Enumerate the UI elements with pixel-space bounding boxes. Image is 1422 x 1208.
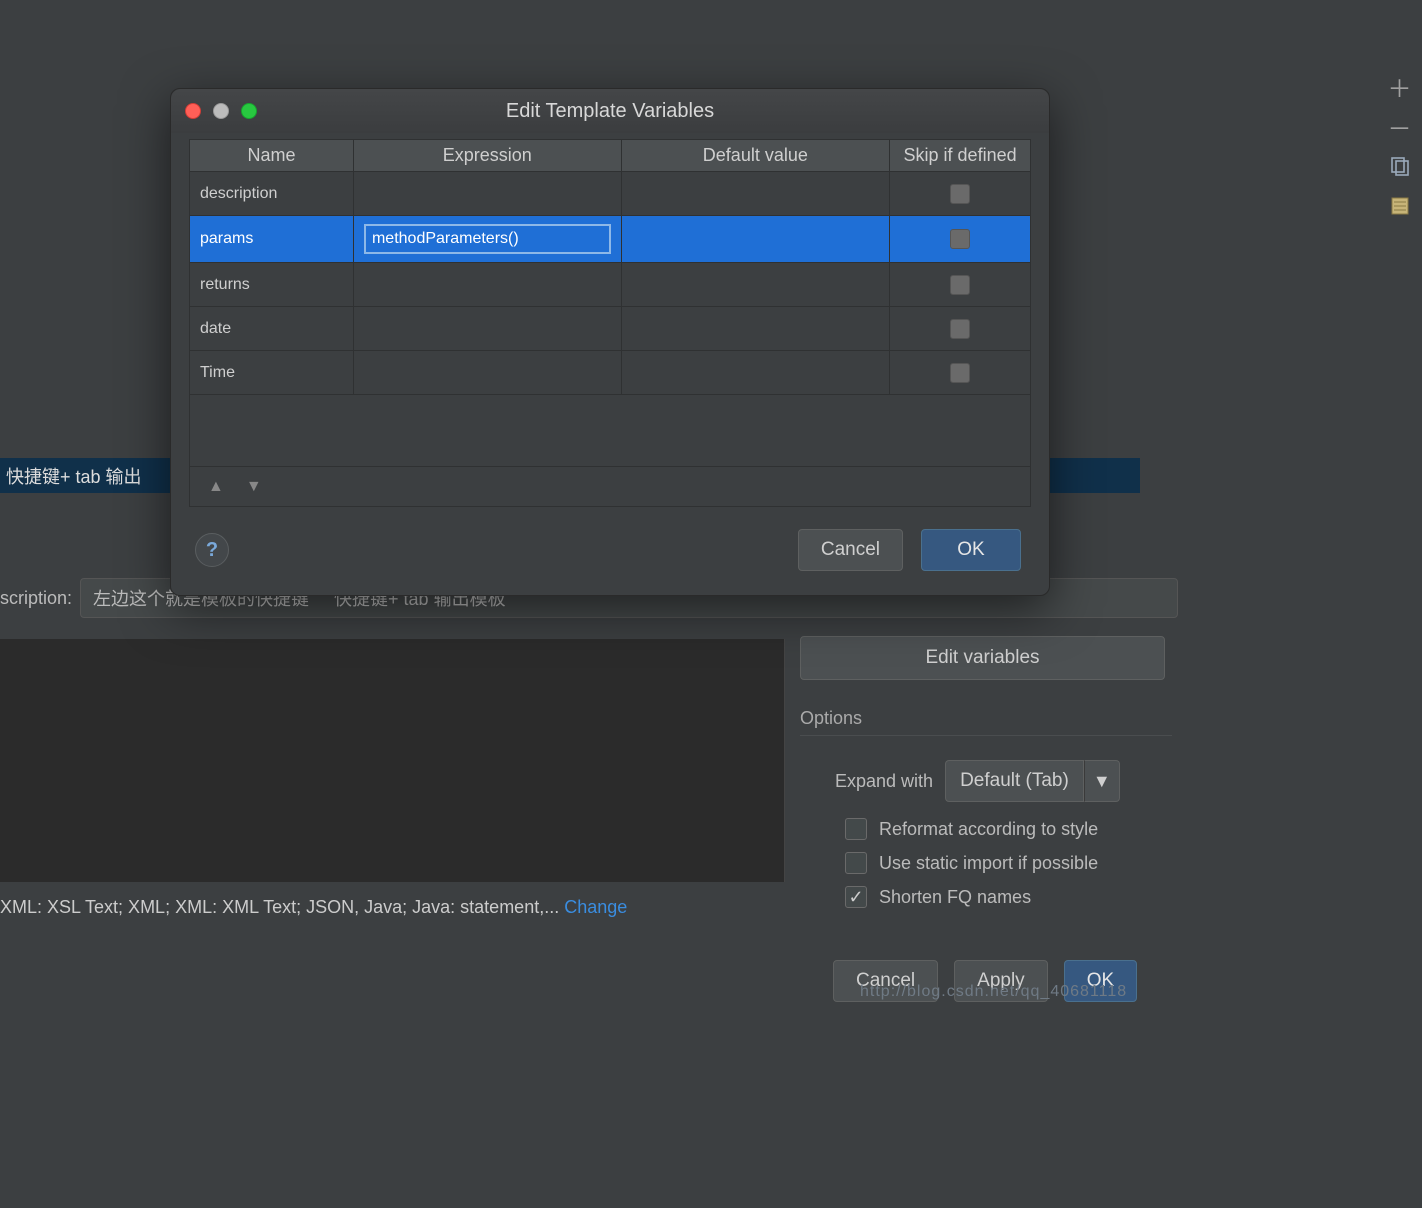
- col-name[interactable]: Name: [190, 140, 354, 172]
- ok-button[interactable]: OK: [921, 529, 1021, 571]
- expand-with-row: Expand with Default (Tab) ▼: [835, 760, 1172, 802]
- cell-expression[interactable]: [353, 172, 621, 216]
- cell-default[interactable]: [621, 172, 890, 216]
- table-row[interactable]: paramsmethodParameters(): [190, 216, 1031, 263]
- document-icon[interactable]: [1389, 195, 1411, 217]
- plus-icon[interactable]: ＋: [1389, 75, 1411, 97]
- cell-skip[interactable]: [890, 351, 1031, 395]
- checkbox[interactable]: [845, 818, 867, 840]
- cell-expression[interactable]: [353, 263, 621, 307]
- checkbox[interactable]: [845, 852, 867, 874]
- chevron-down-icon[interactable]: ▼: [1084, 760, 1120, 802]
- move-down-icon[interactable]: ▼: [246, 478, 262, 496]
- edit-variables-button[interactable]: Edit variables: [800, 636, 1165, 680]
- template-list-selection-text: 快捷键+ tab 输出: [6, 463, 142, 489]
- option-checkbox-row: Use static import if possible: [845, 852, 1172, 874]
- edit-template-variables-dialog: Edit Template Variables Name Expression …: [170, 88, 1050, 596]
- table-row[interactable]: Time: [190, 351, 1031, 395]
- checkbox[interactable]: [950, 363, 970, 383]
- context-text: XML: XSL Text; XML; XML: XML Text; JSON,…: [0, 897, 559, 917]
- cell-name[interactable]: params: [190, 216, 354, 263]
- checkbox[interactable]: [845, 886, 867, 908]
- cell-default[interactable]: [621, 351, 890, 395]
- col-skip[interactable]: Skip if defined: [890, 140, 1031, 172]
- option-checkbox-row: Shorten FQ names: [845, 886, 1172, 908]
- expand-with-combo[interactable]: Default (Tab): [945, 760, 1084, 802]
- minus-icon[interactable]: －: [1389, 115, 1411, 137]
- description-label: scription:: [0, 588, 80, 609]
- cell-default[interactable]: [621, 216, 890, 263]
- watermark: http://blog.csdn.net/qq_40681118: [860, 983, 1127, 1001]
- minimize-icon[interactable]: [213, 103, 229, 119]
- checkbox[interactable]: [950, 184, 970, 204]
- maximize-icon[interactable]: [241, 103, 257, 119]
- titlebar[interactable]: Edit Template Variables: [171, 89, 1049, 133]
- template-text-editor[interactable]: [0, 639, 785, 882]
- dialog-title: Edit Template Variables: [171, 100, 1049, 123]
- col-default[interactable]: Default value: [621, 140, 890, 172]
- checkbox[interactable]: [950, 229, 970, 249]
- table-row[interactable]: returns: [190, 263, 1031, 307]
- cell-name[interactable]: Time: [190, 351, 354, 395]
- options-panel: Edit variables Options Expand with Defau…: [800, 636, 1172, 908]
- cell-skip[interactable]: [890, 172, 1031, 216]
- cell-expression[interactable]: [353, 307, 621, 351]
- table-row[interactable]: date: [190, 307, 1031, 351]
- option-label: Shorten FQ names: [879, 887, 1031, 908]
- cell-default[interactable]: [621, 263, 890, 307]
- checkbox[interactable]: [950, 275, 970, 295]
- cell-name[interactable]: description: [190, 172, 354, 216]
- cell-expression[interactable]: methodParameters(): [353, 216, 621, 263]
- cancel-button[interactable]: Cancel: [798, 529, 903, 571]
- applicable-context-row: XML: XSL Text; XML; XML: XML Text; JSON,…: [0, 897, 627, 918]
- checkbox[interactable]: [950, 319, 970, 339]
- close-icon[interactable]: [185, 103, 201, 119]
- option-checkbox-row: Reformat according to style: [845, 818, 1172, 840]
- reorder-buttons: ▲ ▼: [189, 467, 1031, 507]
- col-expression[interactable]: Expression: [353, 140, 621, 172]
- window-controls: [185, 103, 257, 119]
- cell-default[interactable]: [621, 307, 890, 351]
- cell-skip[interactable]: [890, 263, 1031, 307]
- right-toolbar: ＋ －: [1377, 75, 1422, 217]
- table-empty-area[interactable]: [189, 395, 1031, 467]
- option-label: Use static import if possible: [879, 853, 1098, 874]
- copy-icon[interactable]: [1389, 155, 1411, 177]
- variables-table: Name Expression Default value Skip if de…: [171, 139, 1049, 395]
- options-title: Options: [800, 708, 1172, 736]
- move-up-icon[interactable]: ▲: [208, 478, 224, 496]
- option-label: Reformat according to style: [879, 819, 1098, 840]
- change-context-link[interactable]: Change: [564, 897, 627, 917]
- expand-with-label: Expand with: [835, 771, 933, 792]
- dialog-buttons: ? Cancel OK: [171, 507, 1049, 595]
- cell-skip[interactable]: [890, 216, 1031, 263]
- cell-name[interactable]: returns: [190, 263, 354, 307]
- cell-name[interactable]: date: [190, 307, 354, 351]
- help-icon[interactable]: ?: [195, 533, 229, 567]
- cell-expression[interactable]: [353, 351, 621, 395]
- cell-skip[interactable]: [890, 307, 1031, 351]
- table-row[interactable]: description: [190, 172, 1031, 216]
